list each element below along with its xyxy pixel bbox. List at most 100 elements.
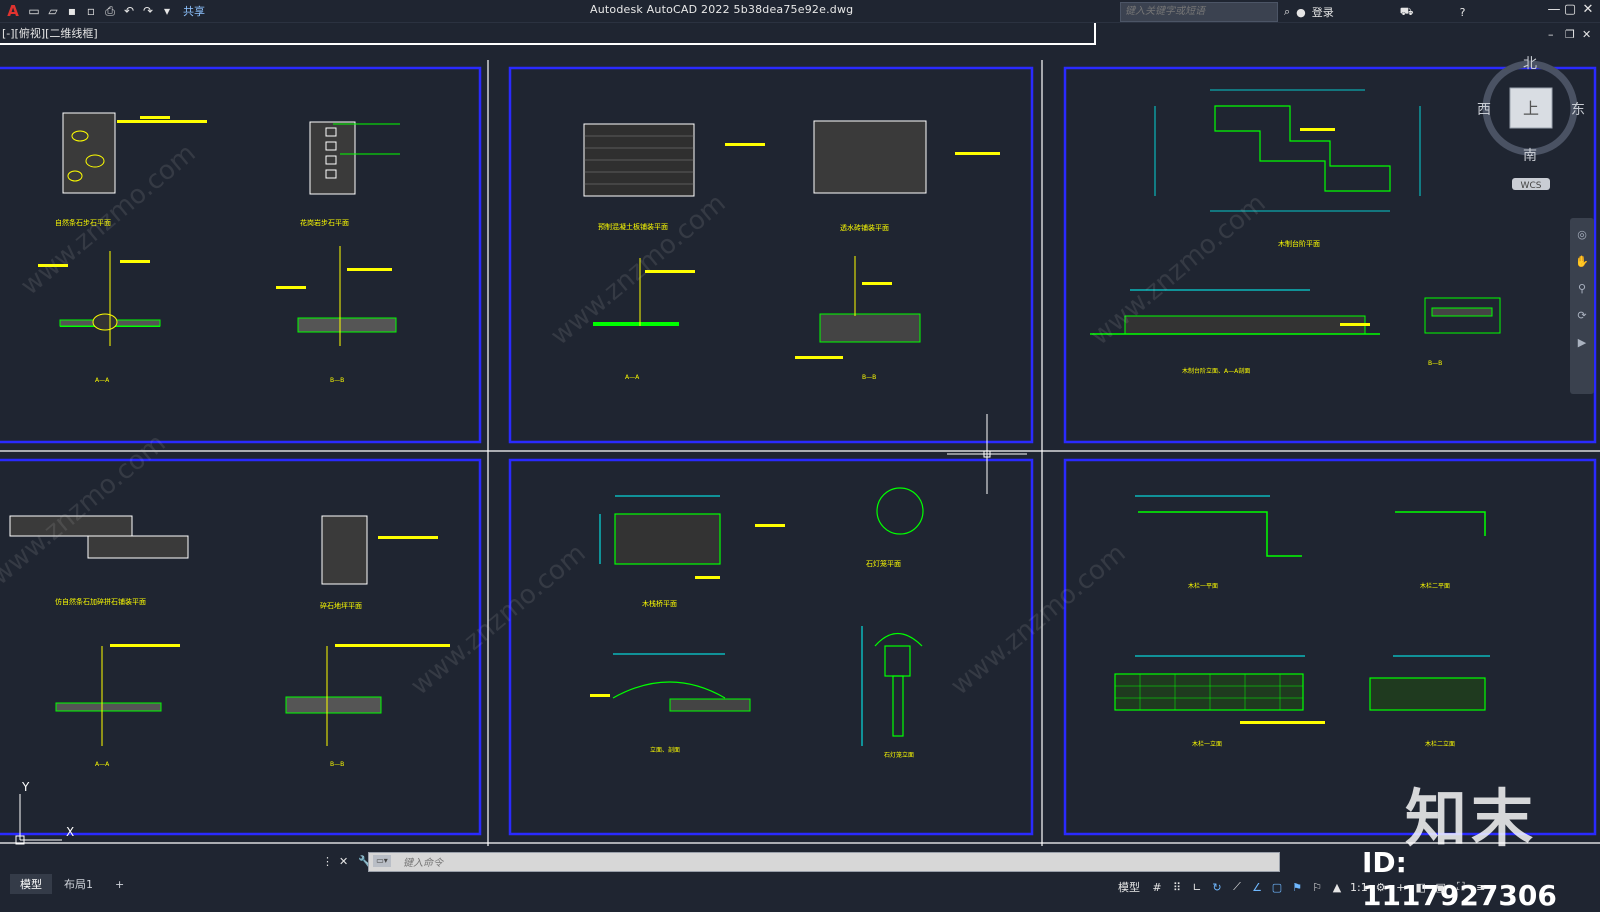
autocad-logo-icon[interactable]: A <box>4 2 22 20</box>
annotation-monitor-icon[interactable]: + <box>1394 881 1408 894</box>
search-icon[interactable]: ⌕ <box>1284 5 1290 19</box>
sheet5-title-2: 石灯笼平面 <box>866 559 901 568</box>
lantern-elevation <box>874 632 923 737</box>
user-icon[interactable]: ● <box>1296 6 1306 19</box>
sheet-grid <box>0 60 1600 846</box>
auto-scale-icon[interactable]: ⚐ <box>1310 881 1324 894</box>
viewport-controls[interactable]: [-][俯视][二维线框] <box>2 25 98 41</box>
sheet4-title-1: 仿自然条石加碎拼石铺装平面 <box>55 597 146 606</box>
sheet5-section-2: 石灯笼立面 <box>884 751 914 759</box>
wcs-label: WCS <box>1521 181 1542 191</box>
sheet1-section-2: B—B <box>330 377 344 384</box>
command-input[interactable] <box>401 854 1305 872</box>
svg-text:www.znzmo.com: www.znzmo.com <box>0 428 172 591</box>
sheet-6[interactable]: 木栏一平面 木栏二平面 木栏一立面 木栏二立面 <box>1114 495 1490 748</box>
showmotion-icon[interactable]: ▶ <box>1578 336 1586 349</box>
isolate-objects-icon[interactable]: ◧ <box>1414 881 1428 894</box>
annotation-scale-value[interactable]: 1:1 <box>1350 881 1368 894</box>
compass-south[interactable]: 南 <box>1523 148 1537 164</box>
pan-icon[interactable]: ✋ <box>1575 255 1589 268</box>
workspace-gear-icon[interactable]: ⚙ <box>1374 881 1388 894</box>
sheet4-title-2: 碎石地坪平面 <box>320 601 362 610</box>
maximize-icon[interactable]: ▢ <box>1562 2 1578 17</box>
command-line-controls: ⋮ ✕ 🔧 <box>322 855 372 868</box>
sheet-4[interactable]: 仿自然条石加碎拼石铺装平面 碎石地坪平面 A—A B—B <box>9 515 450 768</box>
login-button[interactable]: 登录 <box>1312 4 1334 20</box>
new-icon[interactable]: ▭ <box>27 4 41 18</box>
command-line[interactable]: ▭▾ <box>368 852 1305 872</box>
gravel-plan <box>321 515 368 585</box>
polar-icon[interactable]: ↻ <box>1210 881 1224 894</box>
orbit-icon[interactable]: ⟳ <box>1577 309 1586 322</box>
sheet-5[interactable]: 木栈桥平面 石灯笼平面 立面、剖面 石灯笼立面 <box>590 487 924 759</box>
minimize-icon[interactable]: — <box>1546 2 1562 17</box>
command-grip-icon[interactable]: ⋮ <box>322 855 333 868</box>
svg-text:www.znzmo.com: www.znzmo.com <box>545 188 731 351</box>
drawing-canvas[interactable]: 自然条石步石平面 花岗岩步石平面 A—A B—B 预制混凝土板铺装平面 透水砖铺… <box>0 46 1600 846</box>
plot-icon[interactable]: ⎙ <box>103 4 117 18</box>
close-icon[interactable]: ✕ <box>1580 2 1596 17</box>
hardware-acceleration-icon[interactable]: ▣ <box>1434 881 1448 894</box>
sheet4-section-1: A—A <box>95 761 110 768</box>
stone-plan-b <box>309 121 356 195</box>
tab-model[interactable]: 模型 <box>10 874 52 894</box>
drawing-minimize-icon[interactable]: – <box>1548 28 1554 41</box>
sheet4-section-2: B—B <box>330 761 344 768</box>
annotation-visibility-icon[interactable]: ⚑ <box>1290 881 1304 894</box>
zoom-icon[interactable]: ⚲ <box>1578 282 1586 295</box>
undo-icon[interactable]: ↶ <box>122 4 136 18</box>
search-input[interactable] <box>1120 2 1278 22</box>
tab-add[interactable]: + <box>105 876 134 893</box>
isodraft-icon[interactable]: ⟋ <box>1230 880 1244 894</box>
status-bar: 模型 # ⠿ ∟ ↻ ⟋ ∠ ▢ ⚑ ⚐ ▲ 1:1 ⚙ + ◧ ▣ ⛶ ≡ <box>1118 876 1488 898</box>
ucs-icon <box>15 794 62 845</box>
share-button[interactable]: 共享 <box>183 3 205 19</box>
sheet6-section-2: 木栏二立面 <box>1425 740 1455 748</box>
lantern-plan <box>876 487 924 535</box>
sheet5-title-1: 木栈桥平面 <box>642 599 677 608</box>
compass-west[interactable]: 西 <box>1477 102 1491 118</box>
drawing-restore-icon[interactable]: ❐ <box>1565 28 1575 41</box>
open-icon[interactable]: ▱ <box>46 4 60 18</box>
drawing-close-icon[interactable]: ✕ <box>1582 28 1591 41</box>
tab-layout1[interactable]: 布局1 <box>54 874 103 894</box>
fence1-plan <box>1138 511 1302 557</box>
window-title: Autodesk AutoCAD 2022 5b38dea75e92e.dwg <box>590 3 854 16</box>
grid-icon[interactable]: # <box>1150 881 1164 894</box>
sheet2-title-1: 预制混凝土板铺装平面 <box>598 222 668 231</box>
saveas-icon[interactable]: ▫ <box>84 4 98 18</box>
redo-icon[interactable]: ↷ <box>141 4 155 18</box>
save-icon[interactable]: ▪ <box>65 4 79 18</box>
bridge-elevation <box>612 681 726 699</box>
command-close-icon[interactable]: ✕ <box>339 855 348 868</box>
customize-dropdown-icon[interactable]: ▾ <box>160 4 174 18</box>
sheet-3[interactable]: 木制台阶平面 木制台阶立面、A—A剖面 B—B <box>1090 89 1501 375</box>
crosshair-cursor <box>947 414 1027 494</box>
sheet3-section-2: B—B <box>1428 360 1442 367</box>
object-snap-tracking-icon[interactable]: ∠ <box>1250 881 1264 894</box>
ortho-icon[interactable]: ∟ <box>1190 881 1204 894</box>
svg-text:www.znzmo.com: www.znzmo.com <box>405 538 591 701</box>
snap-icon[interactable]: ⠿ <box>1170 881 1184 894</box>
help-icon[interactable]: ? <box>1460 6 1466 19</box>
fullscreen-icon[interactable]: ⛶ <box>1454 880 1468 894</box>
viewcube-face-label: 上 <box>1523 99 1539 118</box>
object-snap-icon[interactable]: ▢ <box>1270 881 1284 894</box>
wood-deck-plan <box>1214 105 1391 192</box>
ucs-y-label: Y <box>21 780 30 794</box>
svg-text:www.znzmo.com: www.znzmo.com <box>945 538 1131 701</box>
sheet1-section-1: A—A <box>95 377 110 384</box>
viewcube[interactable]: 上 北 南 东 西 WCS <box>1477 56 1585 191</box>
sheet2-section-1: A—A <box>625 374 640 381</box>
cart-icon[interactable]: ⛟ <box>1400 5 1414 20</box>
sheet6-title-2: 木栏二平面 <box>1420 582 1450 590</box>
quick-access-toolbar: A ▭ ▱ ▪ ▫ ⎙ ↶ ↷ ▾ 共享 <box>4 2 205 20</box>
model-space-button[interactable]: 模型 <box>1118 879 1140 895</box>
compass-east[interactable]: 东 <box>1571 102 1585 118</box>
compass-north[interactable]: 北 <box>1523 56 1537 72</box>
recent-commands-icon[interactable]: ▭▾ <box>373 855 391 867</box>
customization-menu-icon[interactable]: ≡ <box>1474 881 1488 894</box>
annotation-scale-icon[interactable]: ▲ <box>1330 881 1344 894</box>
steering-wheel-icon[interactable]: ◎ <box>1577 228 1587 241</box>
sheet1-title-2: 花岗岩步石平面 <box>300 218 349 227</box>
